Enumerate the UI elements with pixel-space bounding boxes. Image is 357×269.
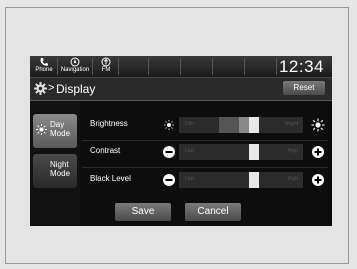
day-mode-label-line2: Mode [50,129,71,138]
navigation-compass-icon [70,57,80,67]
display-settings-screen: Phone Navigation FM 12:34 > Display Rese… [30,56,332,226]
brightness-max-label: Bright [284,121,298,127]
status-divider [148,58,149,75]
slider-fill [219,117,239,133]
status-divider [212,58,213,75]
phone-shortcut[interactable]: Phone [33,57,55,76]
brightness-label: Brightness [90,119,128,128]
reset-button[interactable]: Reset [283,81,325,95]
black-level-label: Black Level [90,174,131,183]
brightness-slider[interactable]: Dim Bright [179,117,303,133]
title-bar: > Display Reset [30,77,332,101]
slider-fill [239,117,249,133]
day-mode-label-line1: Day [50,120,65,129]
black-level-slider[interactable]: Low High [179,172,303,188]
brightness-decrease-button[interactable] [162,118,176,132]
sun-bright-icon [311,118,325,132]
status-divider [57,58,58,75]
black-level-decrease-button[interactable] [162,173,176,187]
black-level-increase-button[interactable] [311,173,325,187]
contrast-min-label: Low [185,148,195,154]
row-divider [82,140,328,141]
phone-icon [40,58,48,66]
contrast-increase-button[interactable] [311,145,325,159]
day-mode-button[interactable]: Day Mode [33,114,77,148]
contrast-label: Contrast [90,146,121,155]
status-divider [180,58,181,75]
status-divider [276,58,277,75]
slider-handle[interactable] [249,117,259,133]
save-button[interactable]: Save [115,203,171,221]
plus-circle-icon [312,174,324,186]
breadcrumb-chevron: > [48,82,55,94]
black-level-min-label: Low [185,176,195,182]
slider-handle[interactable] [249,144,259,160]
night-mode-label-line1: Night [50,160,69,169]
mode-sidebar: Day Mode Night Mode [30,101,80,225]
slider-handle[interactable] [249,172,259,188]
status-divider [118,58,119,75]
contrast-slider[interactable]: Low High [179,144,303,160]
phone-label: Phone [35,67,53,73]
night-mode-button[interactable]: Night Mode [33,154,77,188]
plus-circle-icon [312,146,324,158]
black-level-max-label: High [287,176,298,182]
minus-circle-icon [163,146,175,158]
night-mode-label: Night Mode [50,160,70,178]
night-mode-label-line2: Mode [50,169,71,178]
brightness-min-label: Dim [185,121,194,127]
status-divider [244,58,245,75]
fm-shortcut[interactable]: FM [96,57,116,76]
day-mode-label: Day Mode [50,120,70,138]
moon-icon [38,165,43,174]
sun-dim-icon [164,120,174,130]
fm-label: FM [101,67,111,73]
gear-icon [34,82,47,95]
status-divider [92,58,93,75]
page-title: Display [56,82,96,96]
contrast-max-label: High [287,148,298,154]
sun-icon [36,124,47,135]
cancel-button[interactable]: Cancel [185,203,241,221]
radio-icon [101,57,111,67]
navigation-label: Navigation [60,67,90,73]
minus-circle-icon [163,174,175,186]
clock: 12:34 [278,57,324,76]
navigation-shortcut[interactable]: Navigation [60,57,90,76]
status-bar: Phone Navigation FM 12:34 [30,56,332,77]
brightness-increase-button[interactable] [311,118,325,132]
contrast-decrease-button[interactable] [162,145,176,159]
row-divider [82,167,328,168]
